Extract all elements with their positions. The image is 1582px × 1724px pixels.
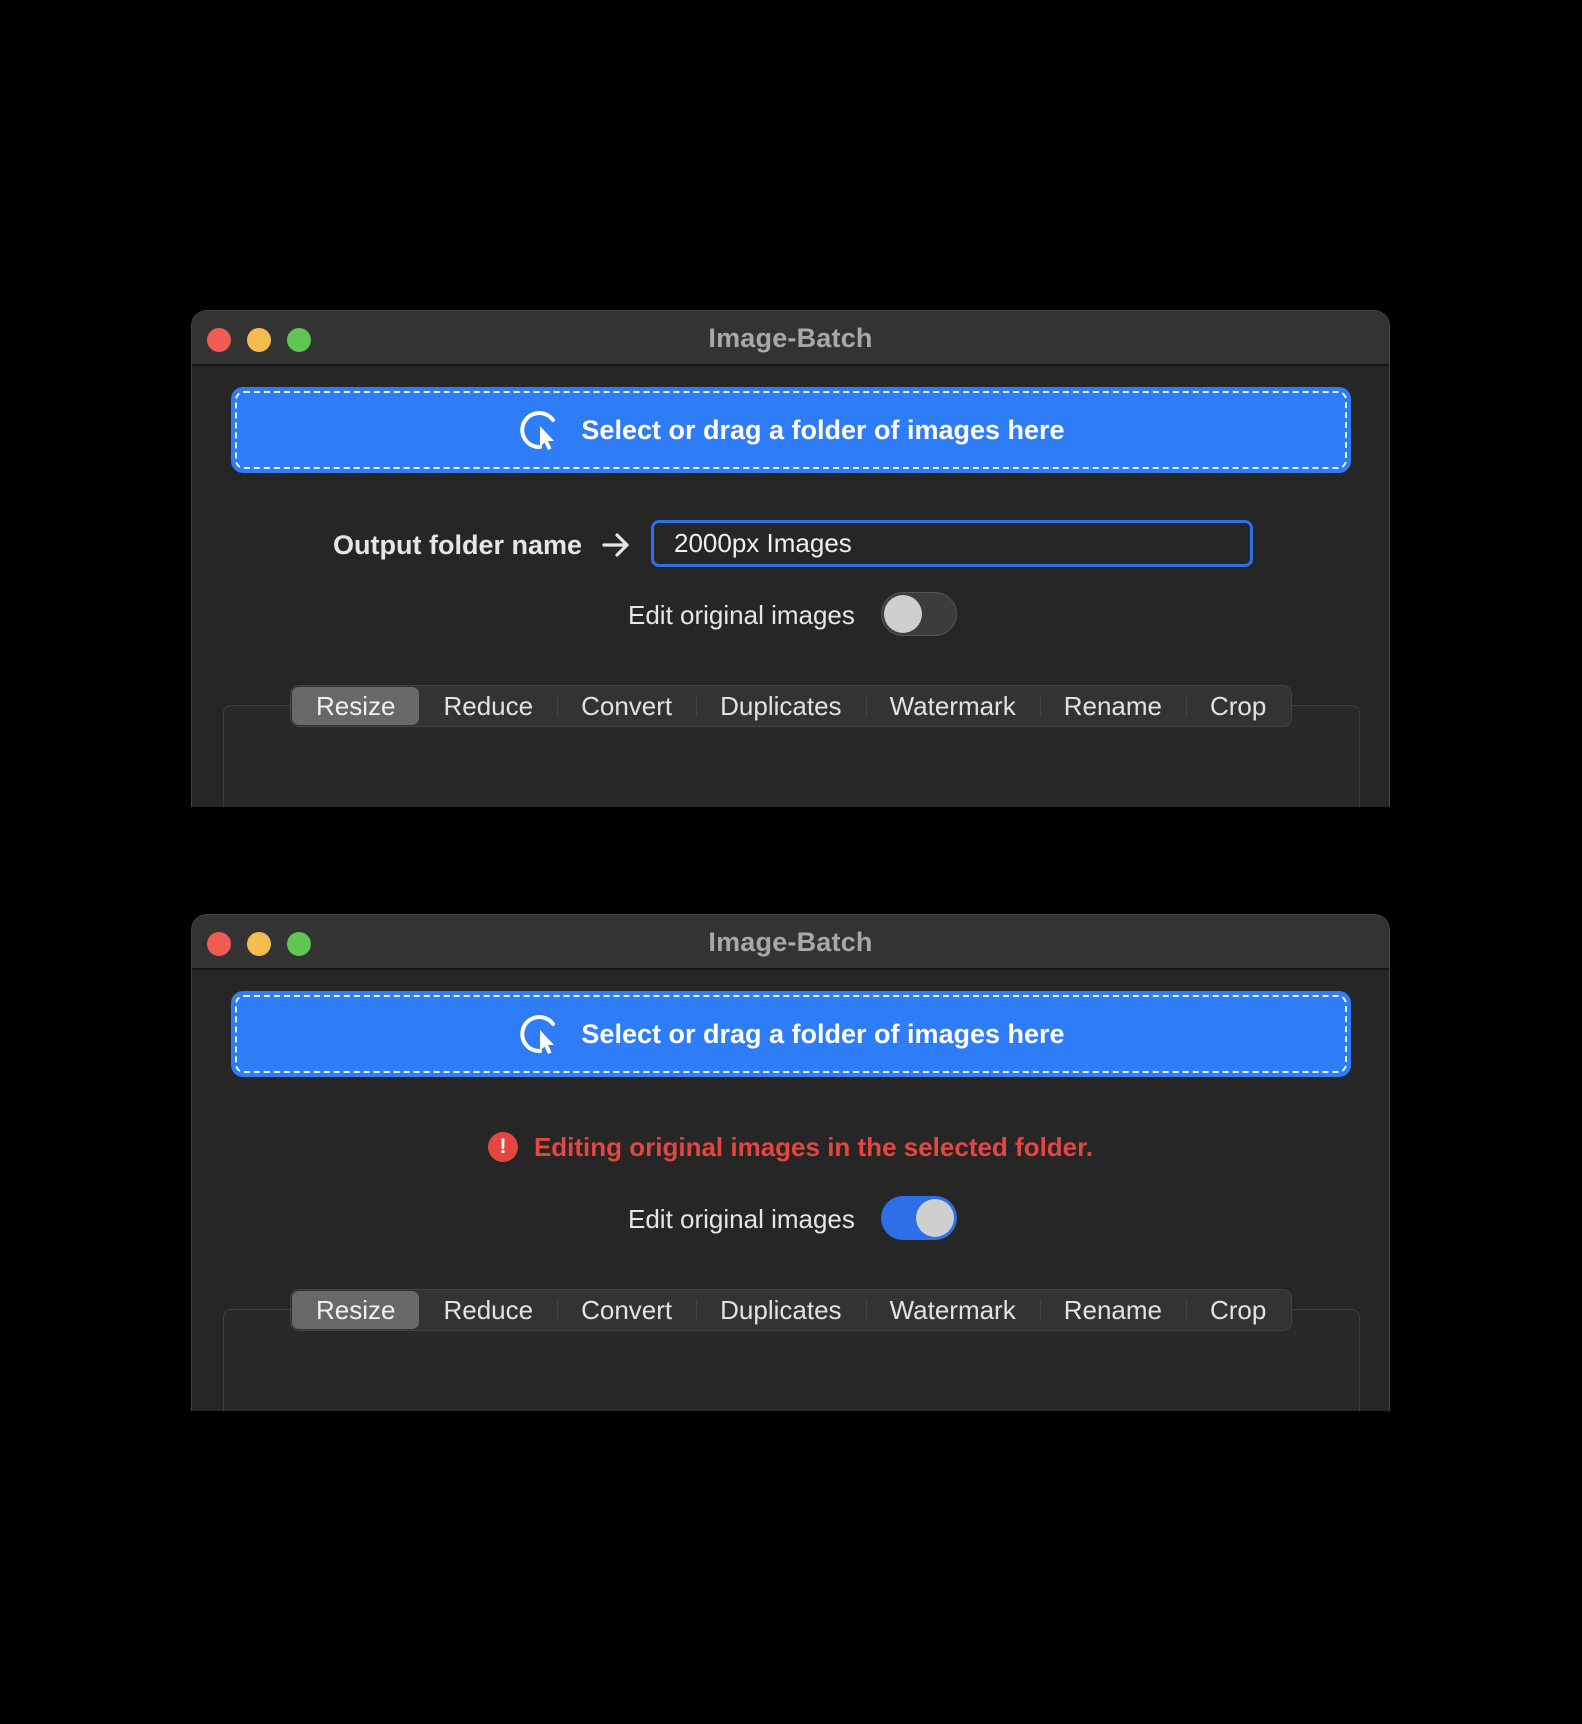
tab-crop[interactable]: Crop (1186, 1291, 1290, 1329)
window-title: Image-Batch (708, 323, 873, 353)
edit-original-row: Edit original images (192, 592, 1389, 636)
edit-original-toggle[interactable] (881, 592, 957, 636)
output-folder-label: Output folder name (333, 530, 582, 560)
tab-rename[interactable]: Rename (1039, 687, 1186, 725)
tab-watermark[interactable]: Watermark (865, 687, 1040, 725)
tab-resize[interactable]: Resize (292, 687, 420, 725)
tab-reduce[interactable]: Reduce (419, 687, 557, 725)
operation-tabs: Resize Reduce Convert Duplicates Waterma… (290, 685, 1293, 727)
folder-drop-zone[interactable]: Select or drag a folder of images here (231, 387, 1351, 473)
tab-crop[interactable]: Crop (1186, 687, 1290, 725)
tab-watermark[interactable]: Watermark (865, 1291, 1040, 1329)
title-bar: Image-Batch (192, 915, 1389, 970)
tab-reduce[interactable]: Reduce (419, 1291, 557, 1329)
toggle-knob (916, 1199, 954, 1237)
tab-resize[interactable]: Resize (292, 1291, 420, 1329)
output-folder-input[interactable] (651, 520, 1253, 567)
tab-duplicates[interactable]: Duplicates (696, 687, 865, 725)
drop-zone-label: Select or drag a folder of images here (581, 414, 1065, 445)
app-window-toggle-on: Image-Batch Select or drag a folder of i… (191, 914, 1390, 1411)
edit-original-warning: ! Editing original images in the selecte… (192, 1127, 1389, 1167)
app-window-toggle-off: Image-Batch Select or drag a folder of i… (191, 310, 1390, 807)
pointer-click-icon (520, 411, 556, 450)
tab-duplicates[interactable]: Duplicates (696, 1291, 865, 1329)
edit-original-row: Edit original images (192, 1196, 1389, 1240)
drop-zone-label: Select or drag a folder of images here (581, 1018, 1065, 1049)
output-folder-row: Output folder name (192, 520, 1389, 570)
edit-original-label: Edit original images (628, 600, 855, 630)
tab-convert[interactable]: Convert (557, 1291, 696, 1329)
warning-text: Editing original images in the selected … (533, 1131, 1094, 1162)
edit-original-label: Edit original images (628, 1204, 855, 1234)
tab-convert[interactable]: Convert (557, 687, 696, 725)
toggle-knob (884, 595, 922, 633)
folder-drop-zone[interactable]: Select or drag a folder of images here (231, 991, 1351, 1077)
pointer-click-icon (520, 1015, 556, 1054)
arrow-right-icon (602, 533, 629, 557)
operation-tabs: Resize Reduce Convert Duplicates Waterma… (290, 1289, 1293, 1331)
title-bar: Image-Batch (192, 311, 1389, 366)
window-title: Image-Batch (708, 927, 873, 957)
edit-original-toggle[interactable] (881, 1196, 957, 1240)
tab-rename[interactable]: Rename (1039, 1291, 1186, 1329)
exclamation-circle-icon: ! (487, 1132, 518, 1162)
